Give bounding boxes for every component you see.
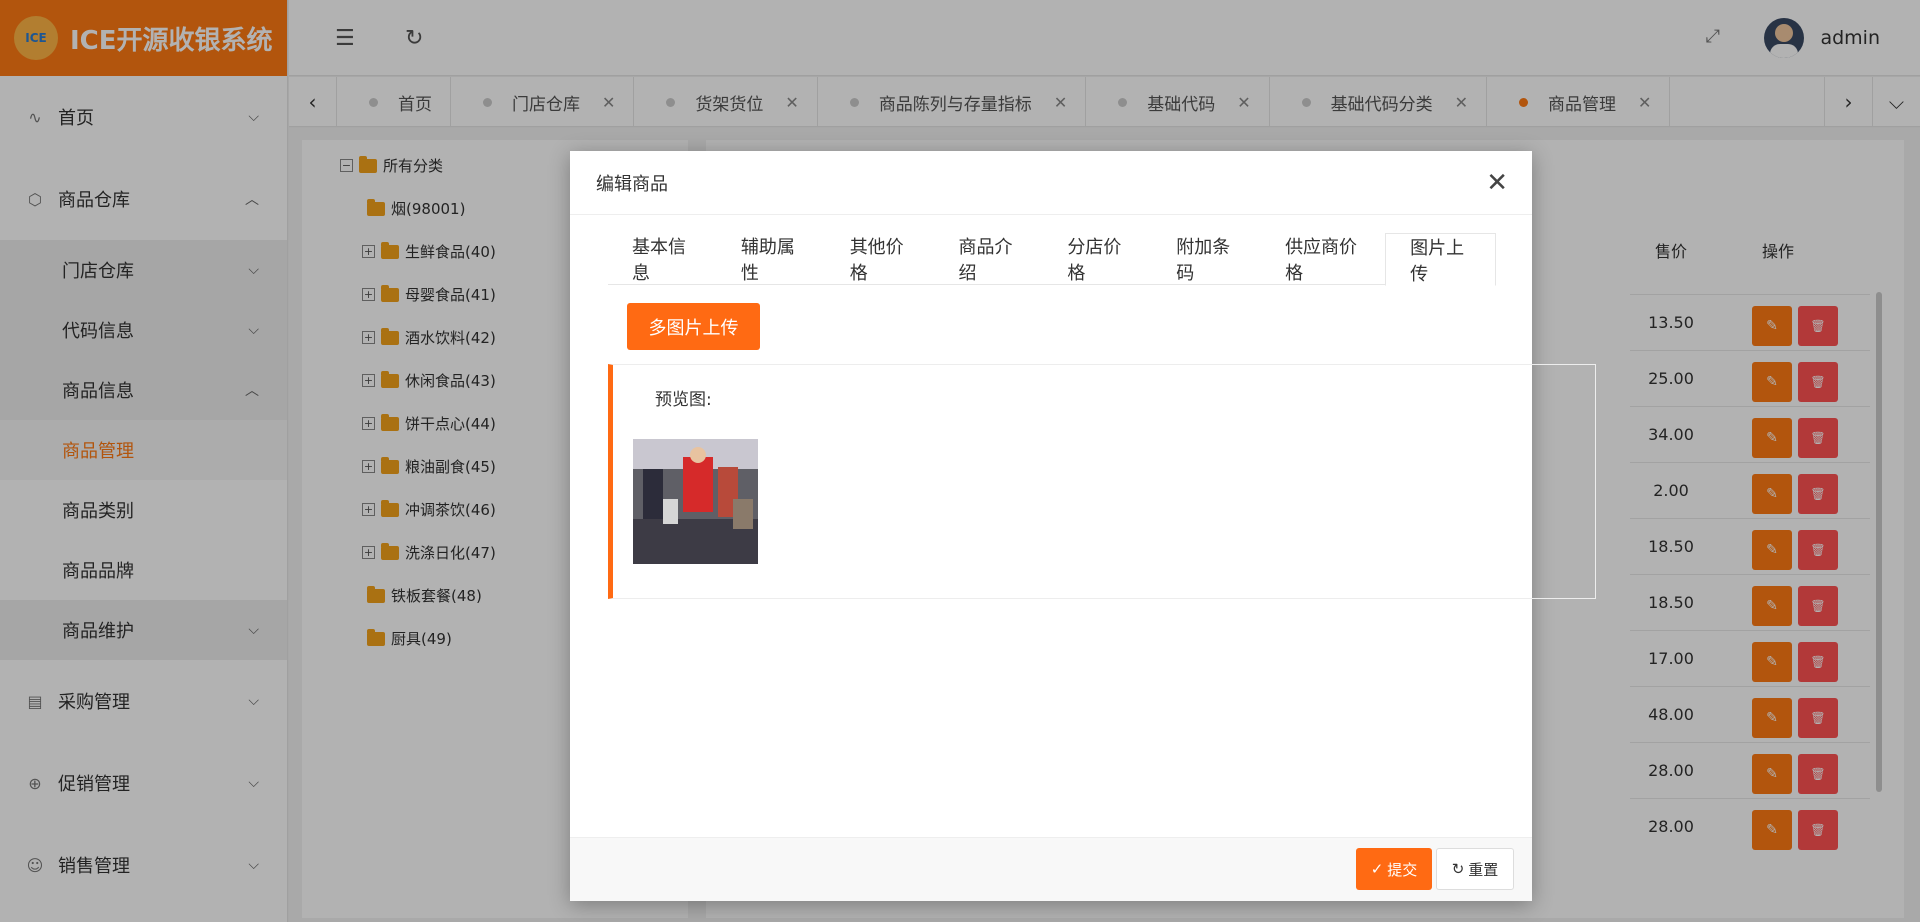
tab-branch-prices[interactable]: 分店价格	[1043, 233, 1152, 285]
tab-goods-intro[interactable]: 商品介绍	[935, 233, 1044, 285]
preview-label: 预览图:	[655, 390, 712, 410]
preview-box: 预览图:	[608, 364, 1596, 599]
check-icon: ✓	[1370, 860, 1384, 878]
dialog-header: 编辑商品 ✕	[570, 151, 1532, 215]
dialog-footer: ✓ 提交 ↻ 重置	[570, 837, 1532, 901]
reset-label: 重置	[1468, 860, 1499, 879]
close-icon[interactable]: ✕	[1486, 168, 1508, 198]
edit-goods-dialog: 编辑商品 ✕ 基本信息 辅助属性 其他价格 商品介绍 分店价格 附加条码 供应商…	[570, 151, 1596, 901]
tab-basic-info[interactable]: 基本信息	[608, 233, 717, 285]
tab-supplier-prices[interactable]: 供应商价格	[1261, 233, 1385, 285]
submit-label: 提交	[1387, 860, 1418, 879]
dialog-tabs: 基本信息 辅助属性 其他价格 商品介绍 分店价格 附加条码 供应商价格 图片上传	[608, 233, 1496, 286]
tab-extra-barcode[interactable]: 附加条码	[1152, 233, 1261, 285]
tab-aux-attributes[interactable]: 辅助属性	[717, 233, 826, 285]
dialog-title: 编辑商品	[596, 173, 668, 195]
tab-image-upload[interactable]: 图片上传	[1385, 233, 1496, 286]
reset-button[interactable]: ↻ 重置	[1436, 848, 1514, 890]
submit-button[interactable]: ✓ 提交	[1356, 848, 1432, 890]
preview-thumbnail[interactable]	[633, 439, 758, 564]
refresh-icon: ↻	[1451, 860, 1465, 878]
tab-other-prices[interactable]: 其他价格	[826, 233, 935, 285]
multi-image-upload-button[interactable]: 多图片上传	[627, 303, 760, 350]
